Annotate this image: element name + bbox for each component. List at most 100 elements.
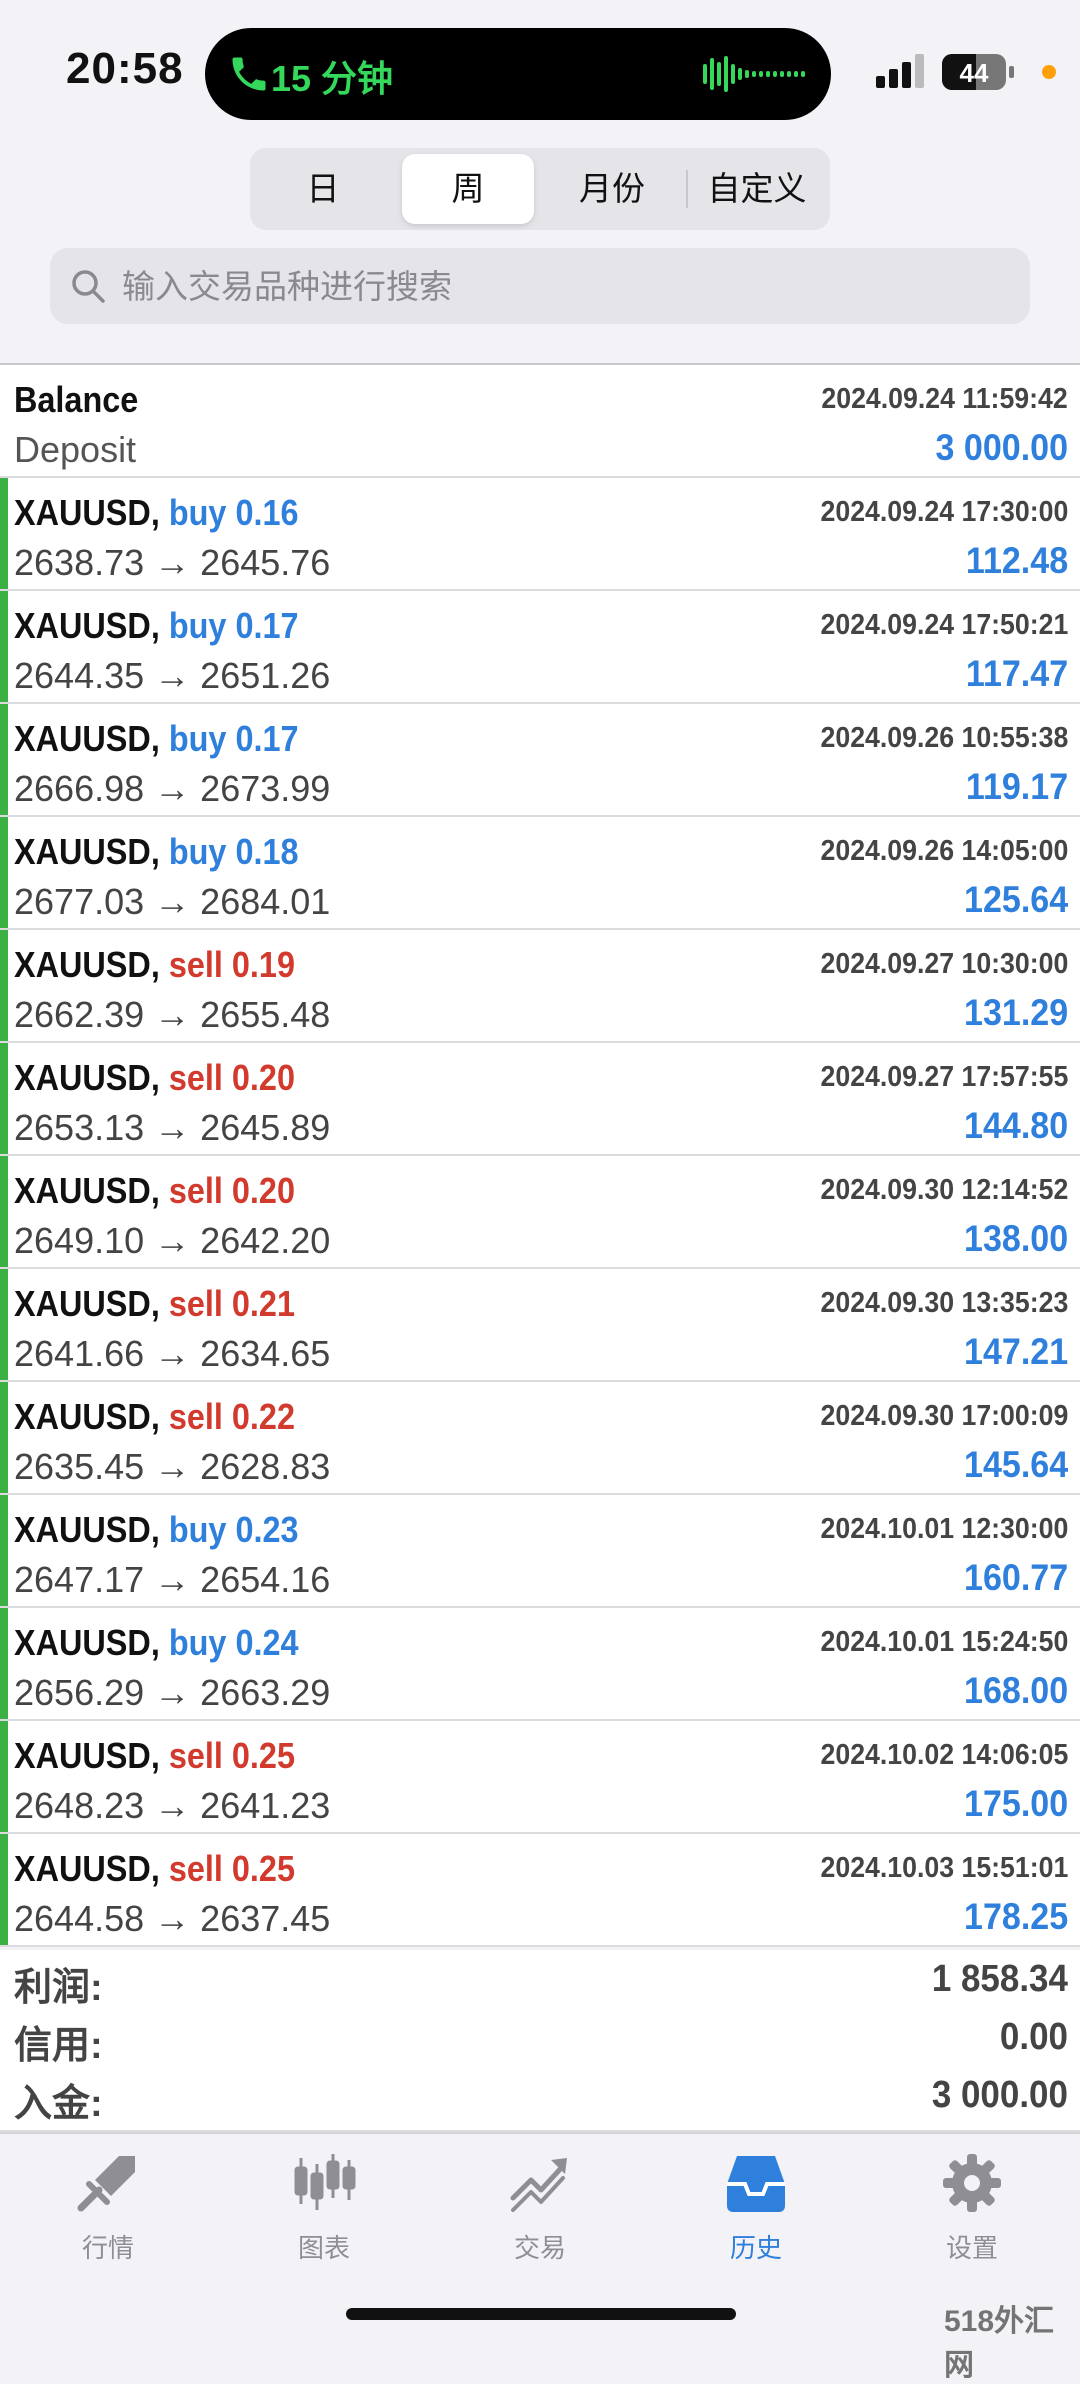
deal-time: 2024.09.30 12:14:52	[820, 1174, 1068, 1206]
deal-symbol-line: XAUUSD, sell 0.25	[14, 1848, 295, 1890]
settings-icon	[943, 2154, 1001, 2212]
deal-symbol: XAUUSD,	[14, 1735, 160, 1776]
tab-charts[interactable]: 图表	[216, 2150, 432, 2270]
deal-volume: 0.22	[231, 1396, 295, 1437]
deal-profit: 145.64	[963, 1444, 1068, 1485]
balance-title: Balance	[14, 379, 139, 420]
deal-symbol-line: XAUUSD, buy 0.17	[14, 605, 299, 647]
home-indicator[interactable]	[346, 2308, 736, 2320]
deal-profit: 168.00	[963, 1670, 1068, 1711]
deal-row[interactable]: XAUUSD, buy 0.24 2024.10.01 15:24:50 265…	[0, 1608, 1080, 1721]
deal-row-marker	[0, 1834, 8, 1945]
deal-symbol-line: XAUUSD, buy 0.16	[14, 492, 299, 534]
deal-volume: 0.25	[231, 1735, 295, 1776]
deal-row[interactable]: XAUUSD, sell 0.21 2024.09.30 13:35:23 26…	[0, 1269, 1080, 1382]
tab-settings-label: 设置	[945, 2233, 998, 2263]
call-duration: 15 分钟	[271, 58, 394, 99]
deal-direction: sell	[168, 944, 223, 985]
deal-row[interactable]: XAUUSD, buy 0.17 2024.09.24 17:50:21 264…	[0, 591, 1080, 704]
dynamic-island-call[interactable]: 15 分钟	[205, 28, 831, 120]
deal-volume: 0.19	[231, 944, 295, 985]
deal-symbol: XAUUSD,	[14, 1170, 160, 1211]
arrow-right-icon: →	[154, 655, 191, 696]
deal-close-price: 2654.16	[200, 1559, 331, 1600]
summary-deposit-row: 入金: 3 000.00	[0, 2066, 1080, 2125]
summary-profit-row: 利润: 1 858.34	[0, 1950, 1080, 2009]
tab-custom[interactable]: 自定义	[690, 154, 824, 224]
deal-profit: 147.21	[963, 1331, 1068, 1372]
deal-row-marker	[0, 1721, 8, 1832]
deal-volume: 0.20	[231, 1170, 295, 1211]
deal-volume: 0.23	[235, 1509, 299, 1550]
deal-symbol: XAUUSD,	[14, 1848, 160, 1889]
deal-profit: 119.17	[965, 766, 1068, 807]
deal-open-price: 2635.45	[14, 1446, 145, 1487]
deal-open-price: 2677.03	[14, 881, 145, 922]
balance-row[interactable]: Balance 2024.09.24 11:59:42 Deposit 3 00…	[0, 365, 1080, 478]
deal-row[interactable]: XAUUSD, sell 0.20 2024.09.30 12:14:52 26…	[0, 1156, 1080, 1269]
deal-profit: 112.48	[965, 540, 1068, 581]
deal-symbol-line: XAUUSD, sell 0.19	[14, 944, 295, 986]
deal-row-marker	[0, 930, 8, 1041]
deal-direction: buy	[168, 831, 227, 872]
deal-profit: 160.77	[963, 1557, 1068, 1598]
tab-day[interactable]: 日	[258, 154, 388, 224]
cellular-signal-icon	[876, 54, 924, 88]
search-input[interactable]	[120, 248, 1014, 326]
deal-volume: 0.18	[235, 831, 299, 872]
deal-profit: 175.00	[963, 1783, 1068, 1824]
deal-row[interactable]: XAUUSD, sell 0.25 2024.10.02 14:06:05 26…	[0, 1721, 1080, 1834]
tab-month[interactable]: 月份	[546, 154, 678, 224]
deal-open-price: 2653.13	[14, 1107, 145, 1148]
privacy-indicator-dot	[1042, 65, 1056, 79]
deal-row[interactable]: XAUUSD, buy 0.17 2024.09.26 10:55:38 266…	[0, 704, 1080, 817]
deal-prices: 2641.66 → 2634.65	[14, 1333, 330, 1375]
deal-row[interactable]: XAUUSD, buy 0.18 2024.09.26 14:05:00 267…	[0, 817, 1080, 930]
history-icon	[727, 2156, 785, 2212]
audio-wave-icon	[703, 56, 805, 92]
deal-close-price: 2673.99	[200, 768, 331, 809]
deal-volume: 0.17	[235, 718, 299, 759]
deal-close-price: 2651.26	[200, 655, 331, 696]
history-list: Balance 2024.09.24 11:59:42 Deposit 3 00…	[0, 363, 1080, 1947]
deal-row[interactable]: XAUUSD, sell 0.20 2024.09.27 17:57:55 26…	[0, 1043, 1080, 1156]
tab-quotes[interactable]: 行情	[0, 2150, 216, 2270]
deal-direction: sell	[168, 1735, 223, 1776]
deal-row[interactable]: XAUUSD, buy 0.16 2024.09.24 17:30:00 263…	[0, 478, 1080, 591]
deal-close-price: 2637.45	[200, 1898, 331, 1939]
summary-profit-value: 1 858.34	[931, 1958, 1068, 2000]
deal-row[interactable]: XAUUSD, sell 0.19 2024.09.27 10:30:00 26…	[0, 930, 1080, 1043]
deal-direction: sell	[168, 1057, 223, 1098]
deal-open-price: 2641.66	[14, 1333, 145, 1374]
deal-volume: 0.25	[231, 1848, 295, 1889]
deal-prices: 2648.23 → 2641.23	[14, 1785, 330, 1827]
search-bar[interactable]	[50, 248, 1030, 326]
summary-credit-value: 0.00	[999, 2016, 1068, 2058]
tab-history[interactable]: 历史	[648, 2150, 864, 2270]
deal-close-price: 2645.76	[200, 542, 331, 583]
deal-time: 2024.09.27 17:57:55	[820, 1061, 1068, 1093]
balance-amount: 3 000.00	[935, 427, 1068, 468]
deal-row-marker	[0, 478, 8, 589]
deal-open-price: 2649.10	[14, 1220, 145, 1261]
tab-settings[interactable]: 设置	[864, 2150, 1080, 2270]
deal-row[interactable]: XAUUSD, sell 0.22 2024.09.30 17:00:09 26…	[0, 1382, 1080, 1495]
deal-time: 2024.10.02 14:06:05	[820, 1739, 1068, 1771]
deal-open-price: 2656.29	[14, 1672, 145, 1713]
deal-direction: sell	[168, 1848, 223, 1889]
deal-symbol-line: XAUUSD, buy 0.23	[14, 1509, 299, 1551]
deal-volume: 0.20	[231, 1057, 295, 1098]
arrow-right-icon: →	[154, 1446, 191, 1487]
deal-volume: 0.21	[231, 1283, 295, 1324]
deal-symbol-line: XAUUSD, buy 0.17	[14, 718, 299, 760]
deal-prices: 2677.03 → 2684.01	[14, 881, 330, 923]
tab-trade-label: 交易	[513, 2233, 566, 2263]
deal-symbol-line: XAUUSD, buy 0.24	[14, 1622, 299, 1664]
tab-week[interactable]: 周	[402, 154, 534, 224]
deal-row[interactable]: XAUUSD, sell 0.25 2024.10.03 15:51:01 26…	[0, 1834, 1080, 1947]
deal-row[interactable]: XAUUSD, buy 0.23 2024.10.01 12:30:00 264…	[0, 1495, 1080, 1608]
search-icon	[72, 270, 105, 303]
tab-trade[interactable]: 交易	[432, 2150, 648, 2270]
deal-open-price: 2666.98	[14, 768, 145, 809]
deal-profit: 117.47	[965, 653, 1068, 694]
